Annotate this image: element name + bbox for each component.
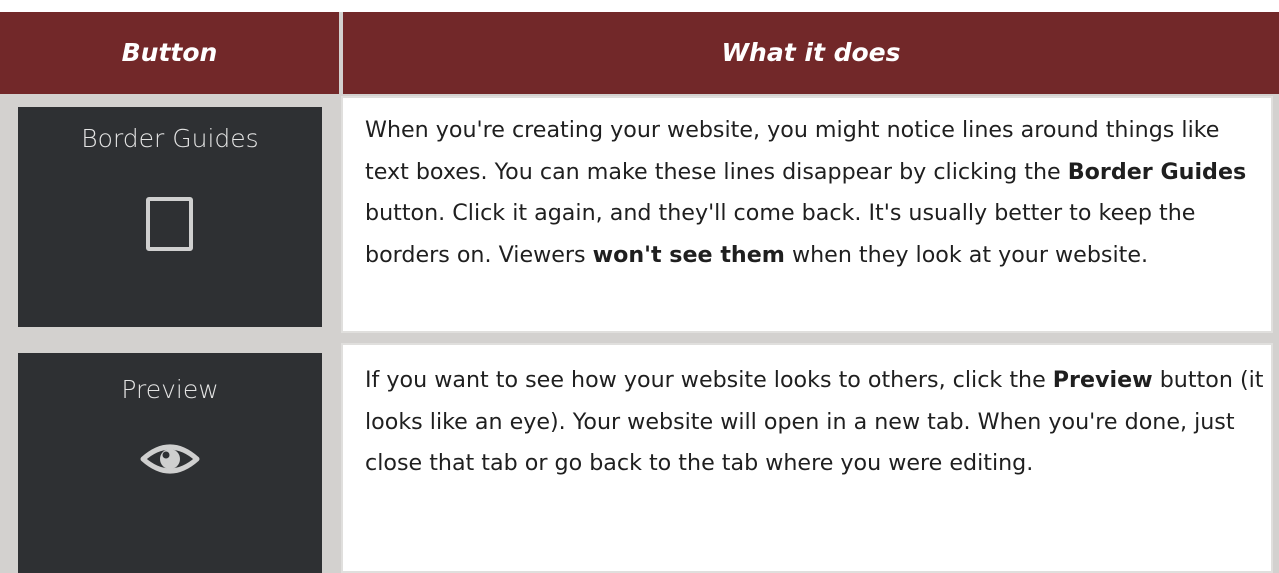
preview-button-cell: Preview (18, 353, 322, 573)
header-button-column: Button (121, 38, 218, 67)
border-guides-description-cell: When you're creating your website, you m… (341, 96, 1273, 333)
button-reference-table: Button What it does Border Guides When y… (0, 12, 1279, 573)
preview-label: Preview (121, 375, 219, 404)
eye-icon (140, 444, 200, 474)
square-outline-icon (146, 197, 193, 251)
border-guides-label: Border Guides (81, 124, 259, 153)
preview-description-cell: If you want to see how your website look… (341, 343, 1273, 573)
bold-term: Preview (1052, 367, 1153, 393)
header-what-it-does-column: What it does (721, 38, 901, 67)
table-header: Button What it does (0, 12, 1279, 94)
preview-description: If you want to see how your website look… (365, 367, 1264, 476)
border-guides-description: When you're creating your website, you m… (365, 117, 1247, 268)
bold-term: won't see them (592, 241, 785, 268)
bold-term: Border Guides (1067, 158, 1247, 185)
border-guides-button-cell: Border Guides (18, 107, 322, 327)
